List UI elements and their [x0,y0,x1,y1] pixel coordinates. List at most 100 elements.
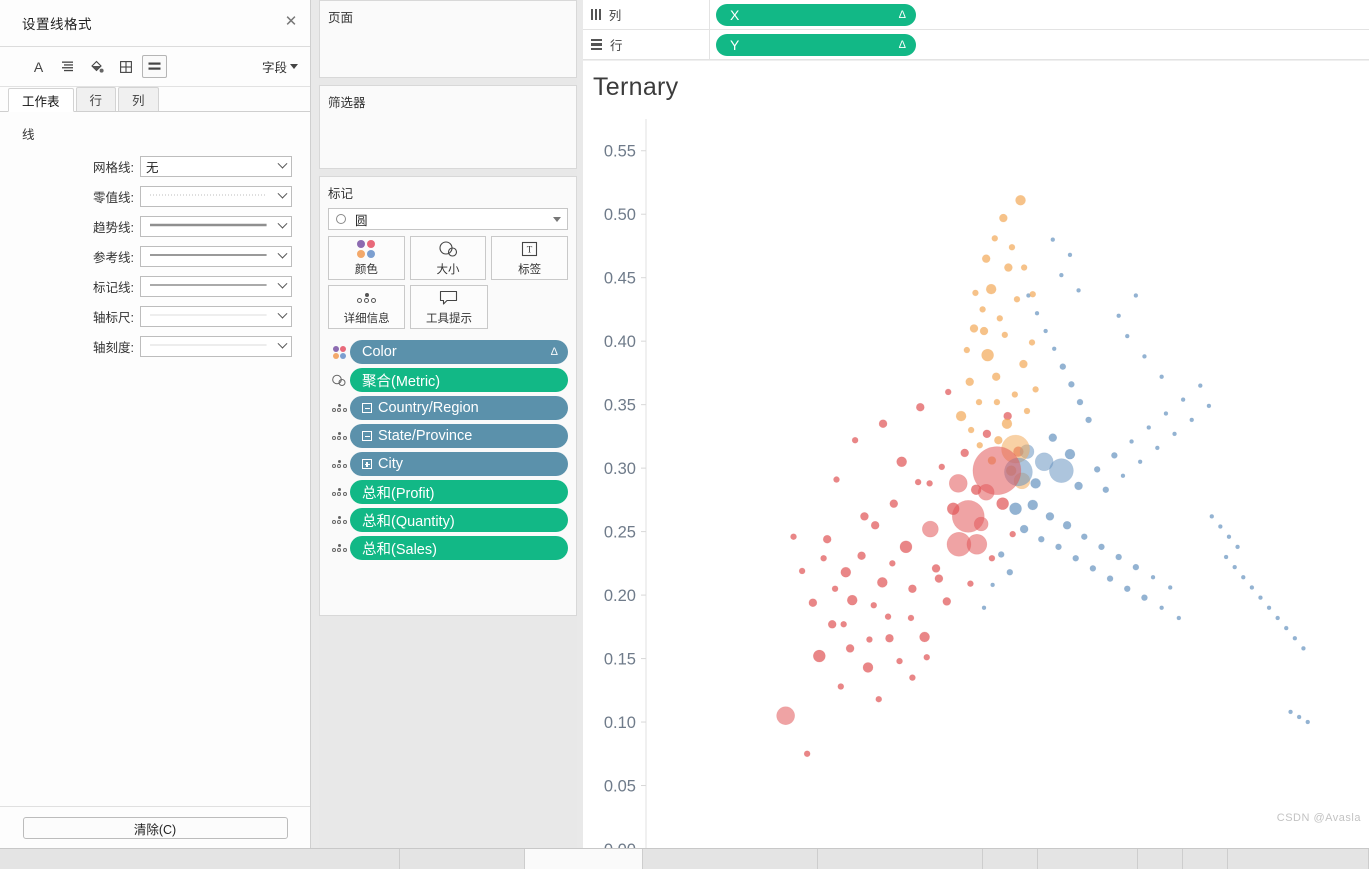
scatter-point[interactable] [979,306,986,313]
scatter-point[interactable] [938,463,946,471]
scatter-point[interactable] [857,551,866,561]
scatter-point[interactable] [1059,272,1064,278]
scatter-point[interactable] [1155,445,1160,451]
scatter-point[interactable] [1283,625,1289,631]
scatter-point[interactable] [899,540,913,554]
scatter-point[interactable] [915,402,925,412]
scatter-point[interactable] [1124,333,1130,339]
scatter-point[interactable] [909,674,916,681]
scatter-point[interactable] [1132,563,1140,571]
scatter-point[interactable] [808,598,818,608]
scatter-point[interactable] [985,283,997,295]
scatter-point[interactable] [1146,425,1152,430]
scatter-point[interactable] [1288,709,1293,715]
tab-rows[interactable]: 行 [75,87,117,111]
scatter-point[interactable] [960,448,969,458]
scatter-point[interactable] [981,348,994,362]
scatter-point[interactable] [840,566,852,578]
scatter-point[interactable] [1076,288,1081,293]
scatter-point[interactable] [846,594,858,606]
hierarchy-expand-icon[interactable] [362,459,372,469]
scatter-point[interactable] [1074,481,1083,491]
scatter-point[interactable] [988,554,996,562]
detail-button[interactable]: 详细信息 [328,285,406,329]
scatter-point[interactable] [1020,264,1028,271]
borders-icon[interactable] [113,55,138,78]
scatter-point[interactable] [967,580,974,587]
scatter-point[interactable] [896,456,907,468]
scatter-point[interactable] [827,619,837,629]
scatter-point[interactable] [919,631,930,643]
scatter-point[interactable] [896,657,903,665]
scatter-point[interactable] [963,346,971,354]
scatter-point[interactable] [889,499,899,508]
status-tab-4[interactable] [818,849,983,869]
marks-pill-7[interactable]: 总和(Sales) [350,536,568,560]
scatter-point[interactable] [1301,646,1306,651]
scatter-point[interactable] [877,577,888,588]
scatter-point[interactable] [851,436,859,444]
scatter-point[interactable] [1009,530,1016,538]
clear-button[interactable]: 清除(C) [22,816,288,839]
tab-columns[interactable]: 列 [118,87,159,111]
scatter-point[interactable] [1015,194,1026,206]
close-icon[interactable]: ✕ [280,12,302,34]
scatter-point[interactable] [1133,293,1139,298]
scatter-point[interactable] [979,326,989,336]
scatter-point[interactable] [996,315,1004,322]
scatter-point[interactable] [1249,585,1255,590]
scatter-point[interactable] [946,531,972,557]
tooltip-button[interactable]: 工具提示 [410,285,488,329]
status-tab-8[interactable] [1183,849,1228,869]
scatter-point[interactable] [1275,615,1280,621]
scatter-point[interactable] [1206,403,1212,409]
scatter-point[interactable] [866,636,873,643]
marks-pill-1[interactable]: 聚合(Metric) [350,368,568,392]
scatter-point[interactable] [965,377,975,387]
scatter-point[interactable] [1232,564,1237,570]
scatter-point[interactable] [914,478,922,486]
scatter-point[interactable] [1120,473,1126,479]
scatter-point[interactable] [1142,354,1147,359]
font-icon[interactable]: A [26,55,51,78]
scatter-point[interactable] [1240,575,1246,580]
scatter-point[interactable] [1032,386,1039,393]
scatter-point[interactable] [951,500,985,533]
scatter-point[interactable] [994,435,1003,445]
scatter-point[interactable] [1129,439,1134,444]
scatter-point[interactable] [1055,543,1062,551]
scatter-point[interactable] [982,429,992,439]
scatter-point[interactable] [1235,544,1240,550]
scatter-point[interactable] [1048,433,1058,442]
scatter-point[interactable] [803,750,811,758]
scatter-point[interactable] [1001,331,1009,339]
scatter-point[interactable] [1137,459,1143,465]
tab-worksheet[interactable]: 工作表 [8,88,74,112]
scatter-point[interactable] [955,410,967,422]
status-tab-1[interactable] [0,849,400,869]
marks-pill-2[interactable]: Country/Region [350,396,568,420]
scatter-point[interactable] [1034,310,1040,316]
scatter-point[interactable] [1045,512,1055,521]
scatter-point[interactable] [1223,554,1229,560]
scatter-point[interactable] [833,476,840,483]
scatter-point[interactable] [884,613,892,620]
scatter-point[interactable] [1163,411,1169,416]
hierarchy-collapse-icon[interactable] [362,431,372,441]
zerolines-select[interactable] [140,185,292,207]
scatter-point[interactable] [1038,535,1045,543]
scatter-point[interactable] [889,560,896,567]
scatter-point[interactable] [875,695,883,703]
scatter-point[interactable] [1106,575,1114,582]
visualization-canvas[interactable]: Ternary 0.00 0.05 0.10 0.15 0.20 0.25 0.30 0.35… [583,60,1369,848]
pill-y[interactable]: Y Δ [716,33,916,56]
scatter-point[interactable] [1150,575,1156,580]
scatter-point[interactable] [993,398,1001,406]
pill-x[interactable]: X Δ [716,3,916,26]
scatter-point[interactable] [1030,478,1041,489]
scatter-point[interactable] [1296,714,1302,720]
status-tab-7[interactable] [1138,849,1183,869]
scatter-point[interactable] [931,564,941,573]
status-tab-2[interactable] [400,849,525,869]
scatter-point[interactable] [1085,416,1092,424]
